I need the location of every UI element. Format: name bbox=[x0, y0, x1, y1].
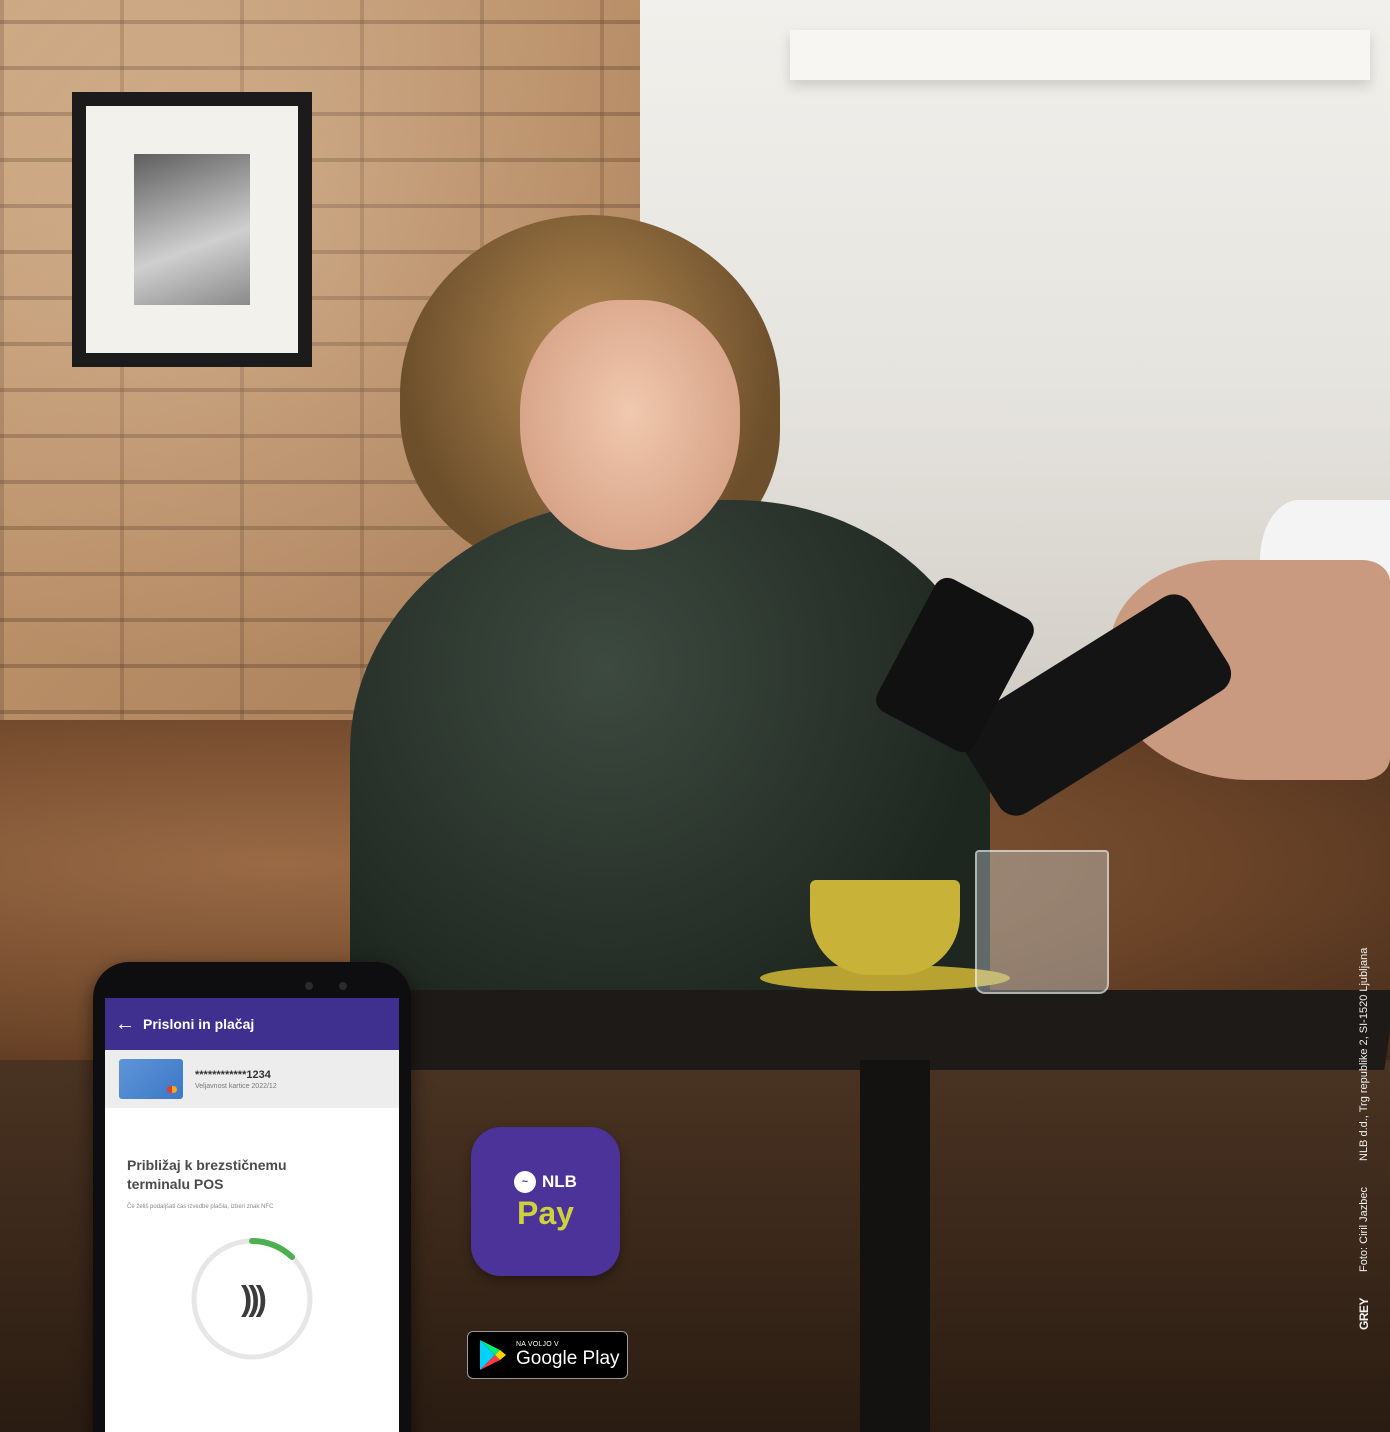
advertisement: ← Prisloni in plačaj ************1234 Ve… bbox=[0, 0, 1390, 1432]
google-play-badge[interactable]: NA VOLJO V Google Play bbox=[467, 1331, 628, 1379]
selected-card[interactable]: ************1234 Veljavnost kartice 2022… bbox=[105, 1050, 399, 1108]
camera-icon bbox=[339, 982, 347, 990]
camera-icon bbox=[305, 982, 313, 990]
app-product: Pay bbox=[517, 1195, 574, 1231]
badge-caption: NA VOLJO V bbox=[516, 1341, 559, 1348]
instruction-heading: Približaj k brezstičnemu terminalu POS bbox=[127, 1157, 287, 1192]
card-number: ************1234 bbox=[195, 1068, 271, 1081]
instruction-hint: Če želiš podaljšati čas izvedbe plačila,… bbox=[127, 1204, 274, 1210]
water-glass bbox=[975, 850, 1109, 994]
badge-store-name: Google Play bbox=[516, 1348, 620, 1369]
app-bar: ← Prisloni in plačaj bbox=[105, 998, 399, 1050]
back-arrow-icon[interactable]: ← bbox=[115, 1013, 143, 1036]
nlb-logo-icon: ~ bbox=[514, 1171, 537, 1193]
credits: GREY Foto: Ciril Jazbec NLB d.d., Trg re… bbox=[1345, 910, 1375, 1330]
phone-mockup: ← Prisloni in plačaj ************1234 Ve… bbox=[93, 962, 411, 1432]
screen-title: Prisloni in plačaj bbox=[143, 1016, 255, 1032]
wall-shelf bbox=[790, 30, 1370, 80]
bank-card-icon bbox=[119, 1059, 183, 1099]
phone-screen: ← Prisloni in plačaj ************1234 Ve… bbox=[105, 998, 399, 1432]
nlb-pay-app-icon: ~ NLB Pay bbox=[471, 1127, 620, 1276]
google-play-icon bbox=[480, 1340, 506, 1370]
card-expiry: Veljavnost kartice 2022/12 bbox=[195, 1082, 277, 1090]
nfc-button[interactable]: ))) bbox=[189, 1236, 315, 1362]
photo-credit: Foto: Ciril Jazbec bbox=[1358, 1187, 1370, 1272]
table-leg bbox=[860, 1060, 930, 1432]
coffee-cup bbox=[810, 880, 960, 975]
picture-frame bbox=[72, 92, 312, 367]
app-brand: NLB bbox=[542, 1172, 577, 1191]
woman-face bbox=[520, 300, 740, 550]
cafe-table bbox=[374, 990, 1390, 1070]
bank-address: NLB d.d., Trg republike 2, SI-1520 Ljubl… bbox=[1358, 947, 1370, 1161]
agency-logo: GREY bbox=[1357, 1297, 1371, 1330]
nfc-icon: ))) bbox=[241, 1279, 267, 1318]
